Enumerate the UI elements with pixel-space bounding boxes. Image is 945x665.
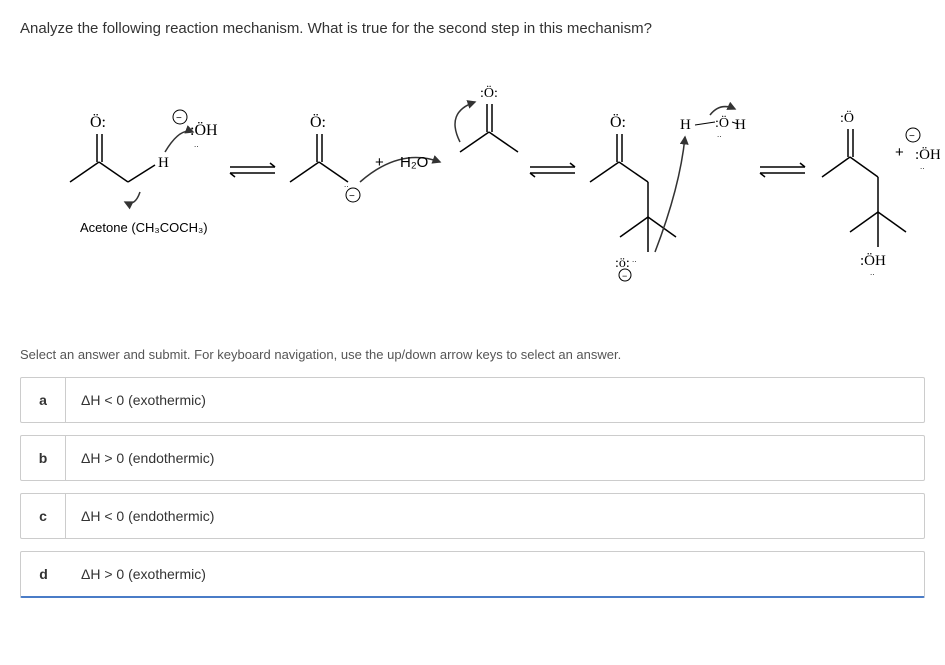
svg-text:H: H	[735, 117, 746, 133]
water-label: H₂O	[400, 154, 428, 171]
option-text-b: ΔH > 0 (endothermic)	[66, 436, 924, 480]
svg-text:−: −	[909, 131, 915, 142]
svg-text::ö:: :ö:	[615, 256, 630, 271]
svg-text:..: ..	[870, 268, 874, 277]
equilibrium-arrow-1	[230, 163, 275, 177]
structure-acetone: Ö: H	[70, 113, 193, 203]
option-letter-b: b	[21, 436, 66, 480]
equilibrium-arrow-2	[530, 163, 575, 177]
svg-text::Ö:: :Ö:	[480, 84, 498, 101]
answer-options: a ΔH < 0 (exothermic) b ΔH > 0 (endother…	[20, 377, 925, 598]
equilibrium-arrow-3	[760, 163, 805, 177]
option-d[interactable]: d ΔH > 0 (exothermic)	[20, 551, 925, 598]
svg-text:..: ..	[717, 130, 721, 139]
svg-text:H: H	[680, 117, 691, 133]
structure-aldol-alkoxide: Ö: :ö: − .. H :Ö .. H	[590, 107, 746, 281]
svg-text:Ö:: Ö:	[310, 113, 326, 131]
acetone-label: Acetone (CH₃COCH₃)	[80, 220, 208, 235]
o-lone-1: Ö:	[90, 113, 106, 131]
option-b[interactable]: b ΔH > 0 (endothermic)	[20, 435, 925, 481]
option-text-a: ΔH < 0 (exothermic)	[66, 378, 924, 422]
svg-text::ÖH: :ÖH	[190, 121, 218, 139]
svg-text::Ö: :Ö	[715, 114, 729, 131]
svg-text:..: ..	[632, 255, 636, 264]
svg-text:−: −	[622, 271, 627, 281]
option-letter-a: a	[21, 378, 66, 422]
option-a[interactable]: a ΔH < 0 (exothermic)	[20, 377, 925, 423]
svg-text:..: ..	[920, 162, 924, 171]
svg-text::ÖH: :ÖH	[860, 252, 886, 269]
svg-text:−: −	[349, 191, 355, 202]
plus-1: +	[375, 154, 384, 171]
reaction-diagram: Ö: H − :ÖH .. Acetone (CH₃COCH₃)	[20, 67, 925, 307]
question-text: Analyze the following reaction mechanism…	[20, 20, 925, 37]
svg-text:..: ..	[194, 140, 198, 149]
svg-text::Ö: :Ö	[840, 109, 854, 126]
option-c[interactable]: c ΔH < 0 (endothermic)	[20, 493, 925, 539]
svg-text:Ö:: Ö:	[610, 113, 626, 131]
option-letter-c: c	[21, 494, 66, 538]
option-letter-d: d	[21, 552, 66, 596]
svg-text:−: −	[176, 113, 182, 124]
svg-text::ÖH: :ÖH	[915, 146, 940, 163]
structure-aldol-product: :Ö :ÖH ..	[822, 109, 906, 277]
hydroxide-1: − :ÖH ..	[173, 110, 218, 149]
option-text-d: ΔH > 0 (exothermic)	[66, 552, 924, 596]
h-atom-1: H	[158, 155, 169, 171]
option-text-c: ΔH < 0 (endothermic)	[66, 494, 924, 538]
instruction-text: Select an answer and submit. For keyboar…	[20, 347, 925, 362]
plus-2: +	[895, 144, 904, 161]
structure-acetone-2: :Ö:	[455, 84, 518, 152]
svg-text:..: ..	[344, 180, 348, 189]
